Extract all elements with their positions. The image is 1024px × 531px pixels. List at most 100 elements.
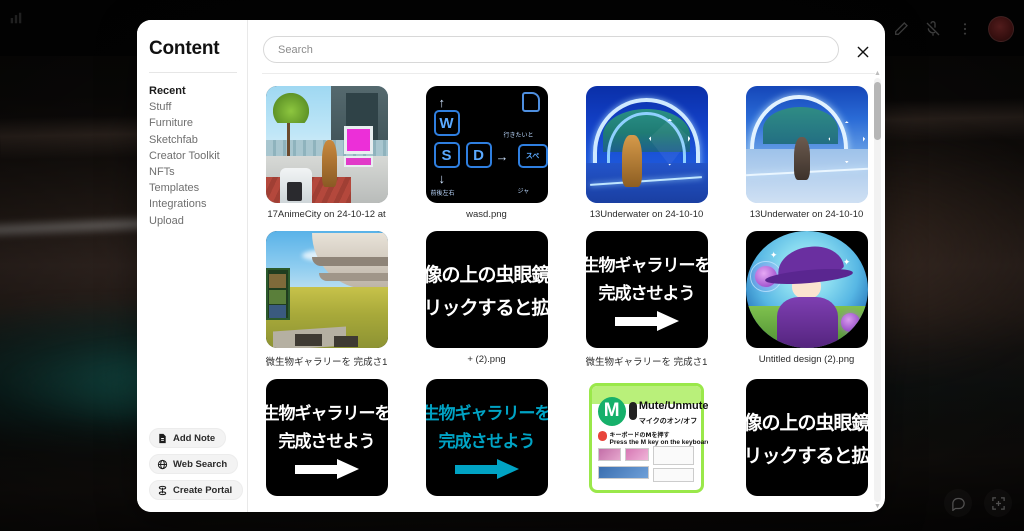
- asset-card[interactable]: ↑ W S D → ↓ 前後左右 行きたいと スペ ジャ: [422, 86, 551, 220]
- asset-caption: 13Underwater on 24-10-10: [586, 209, 708, 220]
- user-avatar[interactable]: [988, 16, 1014, 42]
- asset-card[interactable]: 像の上の虫眼鏡 リックすると拡 + (2).png: [422, 231, 551, 368]
- asset-card[interactable]: 生物ギャラリーを 完成させよう 微生物ギャラリーを 完成さ1: [582, 231, 711, 368]
- asset-card[interactable]: 13Underwater on 24-10-10: [742, 86, 871, 220]
- gallery-line-1: 生物ギャラリーを: [586, 251, 708, 276]
- asset-caption: Untitled design (2).png: [746, 354, 868, 365]
- asset-caption: + (2).png: [426, 354, 548, 365]
- asset-caption: 微生物ギャラリーを 完成さ1: [586, 354, 708, 368]
- sidebar-item-upload[interactable]: Upload: [149, 213, 247, 229]
- modal-sidebar: Content Recent Stuff Furniture Sketchfab…: [137, 20, 248, 512]
- asset-caption: 13Underwater on 24-10-10: [746, 209, 868, 220]
- asset-caption: 17AnimeCity on 24-10-12 at: [266, 209, 388, 220]
- key-d: D: [466, 142, 492, 168]
- scrollbar-track[interactable]: [874, 78, 881, 502]
- zoom-line-2: リックすると拡: [426, 293, 548, 320]
- asset-thumbnail: ↑ W S D → ↓ 前後左右 行きたいと スペ ジャ: [426, 86, 548, 203]
- chat-icon[interactable]: [944, 489, 972, 517]
- asset-card[interactable]: 生物ギャラリーを 完成させよう: [422, 379, 551, 502]
- asset-thumbnail: [586, 86, 708, 203]
- asset-card[interactable]: 13Underwater on 24-10-10: [582, 86, 711, 220]
- key-w: W: [434, 110, 460, 136]
- gallery-line-2: 完成させよう: [439, 427, 535, 452]
- more-vertical-icon[interactable]: [956, 20, 974, 38]
- gallery-line-2: 完成させよう: [279, 427, 375, 452]
- fullscreen-icon[interactable]: [984, 489, 1012, 517]
- asset-card[interactable]: M Mute/Unmute マイクのオン/オフ キーボードのMを押す Press…: [582, 379, 711, 502]
- portal-icon: [156, 484, 168, 496]
- mute-subtitle: マイクのオン/オフ: [639, 416, 697, 426]
- pen-icon[interactable]: [892, 20, 910, 38]
- asset-card[interactable]: 像の上の虫眼鏡 リックすると拡: [742, 379, 871, 502]
- bottom-right-toolbar: [944, 489, 1012, 517]
- chart-logo-icon[interactable]: [8, 10, 24, 26]
- asset-thumbnail: [266, 86, 388, 203]
- sidebar-item-creator-toolkit[interactable]: Creator Toolkit: [149, 148, 247, 164]
- sidebar-divider: [149, 72, 237, 73]
- sidebar-item-furniture[interactable]: Furniture: [149, 115, 247, 131]
- mute-title: Mute/Unmute: [639, 400, 708, 412]
- asset-card[interactable]: 生物ギャラリーを 完成させよう: [262, 379, 391, 502]
- arrow-right-icon: [295, 461, 359, 477]
- web-search-button[interactable]: Web Search: [149, 454, 238, 474]
- sidebar-item-recent[interactable]: Recent: [149, 83, 247, 99]
- mute-en-line: Press the M key on the keyboard.: [610, 439, 708, 446]
- zoom-line-2: リックすると拡: [746, 441, 868, 468]
- sidebar-item-sketchfab[interactable]: Sketchfab: [149, 132, 247, 148]
- arrow-right-icon: [615, 313, 679, 329]
- gallery-line-1: 生物ギャラリーを: [266, 399, 388, 424]
- wasd-jp-space: スペ: [518, 144, 548, 168]
- scrollbar-thumb[interactable]: [874, 82, 881, 140]
- chevron-down-icon[interactable]: ▼: [874, 503, 881, 510]
- gallery-line-1: 生物ギャラリーを: [426, 399, 548, 424]
- sidebar-item-integrations[interactable]: Integrations: [149, 196, 247, 212]
- sidebar-item-nfts[interactable]: NFTs: [149, 164, 247, 180]
- create-portal-button[interactable]: Create Portal: [149, 480, 243, 500]
- wasd-jp-bottom-right: ジャ: [518, 186, 530, 195]
- globe-icon: [156, 458, 168, 470]
- asset-grid: 17AnimeCity on 24-10-12 at ↑ W S D → ↓ 前…: [262, 86, 871, 502]
- asset-thumbnail: [746, 86, 868, 203]
- sidebar-actions: Add Note Web Search Create Portal: [149, 428, 247, 500]
- add-note-button[interactable]: Add Note: [149, 428, 226, 448]
- sidebar-item-stuff[interactable]: Stuff: [149, 99, 247, 115]
- web-search-label: Web Search: [173, 459, 227, 470]
- modal-main: 17AnimeCity on 24-10-12 at ↑ W S D → ↓ 前…: [248, 20, 885, 512]
- sidebar-nav: Recent Stuff Furniture Sketchfab Creator…: [149, 83, 247, 229]
- top-right-toolbar: [892, 16, 1014, 42]
- asset-thumbnail: 像の上の虫眼鏡 リックすると拡: [746, 379, 868, 496]
- asset-thumbnail: 生物ギャラリーを 完成させよう: [266, 379, 388, 496]
- asset-thumbnail: M Mute/Unmute マイクのオン/オフ キーボードのMを押す Press…: [586, 379, 708, 496]
- mic-icon: [629, 402, 637, 420]
- mic-off-icon[interactable]: [924, 20, 942, 38]
- mute-letter: M: [598, 397, 626, 426]
- asset-caption: wasd.png: [426, 209, 548, 220]
- search-input[interactable]: [263, 36, 839, 63]
- gallery-line-2: 完成させよう: [599, 279, 695, 304]
- asset-card[interactable]: ✦ ✦ Untitled design (2).png: [742, 231, 871, 368]
- zoom-line-1: 像の上の虫眼鏡: [426, 260, 548, 287]
- asset-grid-scroll[interactable]: 17AnimeCity on 24-10-12 at ↑ W S D → ↓ 前…: [248, 74, 885, 512]
- create-portal-label: Create Portal: [173, 485, 232, 496]
- asset-thumbnail: 生物ギャラリーを 完成させよう: [426, 379, 548, 496]
- note-icon: [156, 432, 168, 444]
- key-s: S: [434, 142, 460, 168]
- close-icon[interactable]: [853, 42, 873, 62]
- asset-thumbnail: 生物ギャラリーを 完成させよう: [586, 231, 708, 348]
- chevron-up-icon[interactable]: ▲: [874, 70, 881, 77]
- asset-card[interactable]: 17AnimeCity on 24-10-12 at: [262, 86, 391, 220]
- check-icon: [598, 431, 608, 440]
- wasd-jp-bottom: 前後左右: [431, 188, 455, 197]
- sidebar-item-templates[interactable]: Templates: [149, 180, 247, 196]
- zoom-line-1: 像の上の虫眼鏡: [746, 408, 868, 435]
- add-note-label: Add Note: [173, 433, 215, 444]
- asset-thumbnail: ✦ ✦: [746, 231, 868, 348]
- search-row: [248, 20, 885, 73]
- asset-card[interactable]: 微生物ギャラリーを 完成さ1: [262, 231, 391, 368]
- arrow-right-icon: [455, 461, 519, 477]
- wasd-jp-right: 行きたいと: [504, 130, 534, 139]
- asset-caption: 微生物ギャラリーを 完成さ1: [266, 354, 388, 368]
- asset-thumbnail: 像の上の虫眼鏡 リックすると拡: [426, 231, 548, 348]
- asset-thumbnail: [266, 231, 388, 348]
- content-modal: Content Recent Stuff Furniture Sketchfab…: [137, 20, 885, 512]
